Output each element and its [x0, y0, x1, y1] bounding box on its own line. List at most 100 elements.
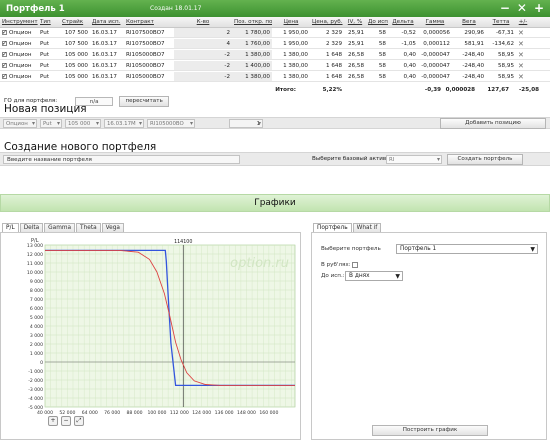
zoom-out-button[interactable]: −: [61, 416, 71, 426]
table-cell: 2 329: [325, 30, 342, 36]
totals-pnl-pct: 5,22%: [322, 87, 342, 93]
add-icon[interactable]: +: [534, 2, 544, 15]
table-cell-wrap: RI105000BO7: [124, 50, 174, 59]
table-cell: 26,58: [347, 74, 364, 80]
table-row[interactable]: Опцион Put 105 000 16.03.17 RI105000BO7 -2 1 3…: [0, 50, 550, 60]
pl-chart[interactable]: option.ru13 00012 00011 00010 0009 0008 …: [1, 233, 300, 439]
portfolio-name-input[interactable]: Введите название портфеля: [3, 155, 240, 164]
table-row[interactable]: Опцион Put 107 500 16.03.17 RI107500BO7 4 1 76…: [0, 39, 550, 49]
table-cell-wrap: 0,40: [388, 72, 418, 81]
build-chart-button[interactable]: Построить график: [372, 425, 488, 436]
table-cell[interactable]: -2: [224, 52, 230, 58]
table-cell[interactable]: 1 380,00: [245, 52, 270, 58]
portfolio-created-date: Создан 18.01.17: [150, 5, 202, 12]
delete-row-icon[interactable]: ✕: [516, 61, 530, 70]
base-asset-select[interactable]: RI: [386, 155, 442, 164]
row-checkbox[interactable]: [2, 61, 7, 70]
y-tick-label: -2 000: [28, 378, 43, 384]
table-cell: -0,000047: [421, 52, 450, 58]
table-cell-wrap: Put: [38, 72, 60, 81]
table-cell-wrap: -248,40: [452, 50, 486, 59]
column-header[interactable]: Цена, руб.: [310, 17, 344, 27]
column-header[interactable]: Контракт: [124, 17, 174, 27]
row-checkbox[interactable]: [2, 39, 7, 48]
recalc-button[interactable]: пересчитать: [119, 95, 170, 107]
row-checkbox[interactable]: [2, 50, 7, 59]
rub-checkbox[interactable]: [352, 262, 358, 268]
charts-heading[interactable]: Графики: [0, 194, 550, 212]
delete-row-icon[interactable]: ✕: [516, 28, 530, 37]
contract-select[interactable]: RI105000BO: [147, 118, 195, 128]
table-cell-wrap: 4: [174, 39, 232, 48]
delete-row-icon[interactable]: ✕: [516, 39, 530, 48]
zoom-in-button[interactable]: +: [48, 416, 58, 426]
table-cell-wrap: 58,95: [486, 50, 516, 59]
y-tick-label: -5 000: [28, 405, 43, 411]
column-header[interactable]: IV, %: [344, 17, 366, 27]
column-header[interactable]: Гамма: [418, 17, 452, 27]
column-header[interactable]: Тетта: [486, 17, 516, 27]
date-select[interactable]: 16.03.17M: [104, 118, 144, 128]
rub-label: В руб'лях:: [321, 262, 351, 268]
column-header[interactable]: Дельта: [388, 17, 418, 27]
table-cell-wrap: 105 000: [60, 61, 90, 70]
delete-row-icon[interactable]: ✕: [516, 72, 530, 81]
table-cell-wrap: 1 648: [310, 72, 344, 81]
table-cell: RI105000BO7: [126, 74, 165, 80]
table-row[interactable]: Опцион Put 105 000 16.03.17 RI105000BO7 -2 1 4…: [0, 61, 550, 71]
delete-row-icon[interactable]: ✕: [516, 50, 530, 59]
table-cell[interactable]: -2: [224, 63, 230, 69]
collapse-icon[interactable]: −: [500, 2, 510, 15]
table-cell[interactable]: 4: [226, 41, 230, 47]
close-icon[interactable]: ✕: [517, 2, 527, 15]
column-header[interactable]: Вега: [452, 17, 486, 27]
table-cell[interactable]: 1 760,00: [245, 41, 270, 47]
table-cell-wrap: 1 380,00: [272, 50, 310, 59]
table-cell-wrap: 1 780,00: [232, 28, 272, 37]
table-cell-wrap: -0,000047: [418, 50, 452, 59]
table-row[interactable]: Опцион Put 105 000 16.03.17 RI105000BO7 -2 1 3…: [0, 72, 550, 82]
table-cell: 105 000: [64, 63, 88, 69]
column-header[interactable]: К-во: [174, 17, 232, 27]
table-row[interactable]: Опцион Put 107 500 16.03.17 RI107500BO7 2 1 78…: [0, 28, 550, 38]
portfolio-select[interactable]: Портфель 1 ▼: [396, 244, 538, 254]
table-cell[interactable]: 1 780,00: [245, 30, 270, 36]
column-header[interactable]: До исп.: [366, 17, 388, 27]
totals-gamma: 0,000028: [445, 87, 475, 93]
y-tick-label: 6 000: [30, 306, 43, 312]
column-header[interactable]: Тип: [38, 17, 60, 27]
column-header[interactable]: Дата исп.: [90, 17, 124, 27]
table-cell-wrap: 1 380,00: [272, 61, 310, 70]
table-cell[interactable]: 2: [226, 30, 230, 36]
days-select[interactable]: В днях ▼: [345, 271, 403, 281]
column-header[interactable]: Страйк: [60, 17, 90, 27]
table-cell: 1 648: [325, 52, 342, 58]
table-cell-wrap: 1 950,00: [272, 28, 310, 37]
column-header[interactable]: Цена: [272, 17, 310, 27]
type-select[interactable]: Put: [40, 118, 62, 128]
instrument-select[interactable]: Опцион: [3, 118, 37, 128]
table-cell-wrap: Put: [38, 50, 60, 59]
new-position-row: Опцион Put 105 000 16.03.17M RI105000BO …: [0, 117, 550, 129]
portfolio-title: Портфель 1: [6, 3, 65, 14]
table-cell: 2 329: [325, 41, 342, 47]
y-tick-label: 1 000: [30, 351, 43, 357]
add-position-button[interactable]: Добавить позицию: [440, 118, 546, 129]
column-header[interactable]: Поз. откр. по: [232, 17, 272, 27]
table-cell-wrap: 16.03.17: [90, 39, 124, 48]
column-header[interactable]: Инструмент: [0, 17, 38, 27]
y-tick-label: 2 000: [30, 342, 43, 348]
row-checkbox[interactable]: [2, 28, 7, 37]
table-cell: RI107500BO7: [126, 30, 165, 36]
strike-select[interactable]: 105 000: [65, 118, 101, 128]
table-cell: Опцион: [9, 63, 32, 69]
zoom-reset-button[interactable]: ⤢: [74, 416, 84, 426]
column-header[interactable]: +/-: [516, 17, 530, 27]
table-cell[interactable]: -2: [224, 74, 230, 80]
table-cell-wrap: 16.03.17: [90, 50, 124, 59]
table-cell[interactable]: 1 400,00: [245, 63, 270, 69]
row-checkbox[interactable]: [2, 72, 7, 81]
create-portfolio-button[interactable]: Создать портфель: [447, 154, 523, 165]
quantity-input[interactable]: 1: [229, 118, 263, 128]
table-cell[interactable]: 1 380,00: [245, 74, 270, 80]
